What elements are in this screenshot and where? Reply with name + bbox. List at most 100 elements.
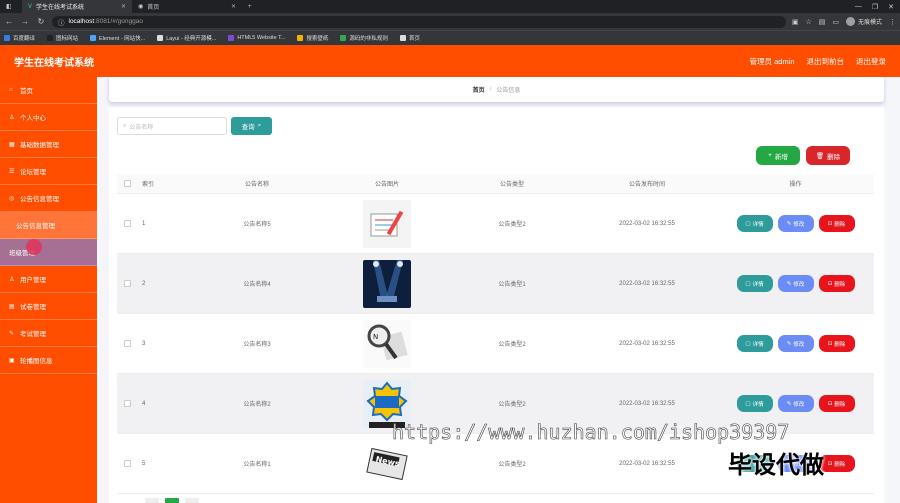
edit-label: 修改 <box>793 221 805 228</box>
breadcrumb-home[interactable]: 首页 <box>473 85 485 94</box>
sidebar-item[interactable]: ▣ 轮播图信息 <box>0 347 97 374</box>
sidebar-item[interactable]: 公告信息管理 <box>0 212 97 239</box>
logout-link[interactable]: 退出登录 <box>856 56 886 67</box>
stage-image[interactable] <box>363 259 411 308</box>
delete-button-label: 删除 <box>827 153 841 161</box>
cast-icon[interactable]: ▭ <box>832 18 839 26</box>
sidebar-item[interactable]: ⌂ 首页 <box>0 77 97 104</box>
cell-index: 3 <box>142 340 146 347</box>
cell-time: 2022-03-02 16:32:55 <box>619 280 675 287</box>
sidebar-item[interactable]: 班级管理 <box>0 239 97 266</box>
row-checkbox[interactable] <box>123 460 131 467</box>
detail-icon: ▢ <box>745 340 751 347</box>
delete-button[interactable]: ⊡ 删除 <box>818 275 855 292</box>
trash-icon: ⊡ <box>827 280 833 287</box>
new-tab-button[interactable]: + <box>242 0 258 13</box>
app-header: 学生在线考试系统 管理员 admin 退出到前台 退出登录 <box>0 45 900 77</box>
detail-button[interactable]: ▢ 详情 <box>736 395 773 412</box>
sidebar-item[interactable]: ▤ 试卷管理 <box>0 293 97 320</box>
browser-tab-active[interactable]: V 学生在线考试系统 ✕ <box>22 0 132 13</box>
sidebar-item[interactable]: ☰ 论坛管理 <box>0 158 97 185</box>
bookmark-item[interactable]: 搜索壁纸 <box>297 34 328 42</box>
edit-button[interactable]: ✎ 修改 <box>777 335 814 352</box>
row-checkbox[interactable] <box>123 400 131 407</box>
browser-tab[interactable]: ◉ 首页 ✕ <box>132 0 242 13</box>
search-input[interactable]: ⌕ 公告名称 <box>117 117 227 135</box>
more-icon[interactable]: ⋮ <box>889 18 896 26</box>
home-icon: ⌂ <box>9 87 13 93</box>
bookmark-item[interactable]: 首页 <box>399 34 420 42</box>
tab-close-icon[interactable]: ✕ <box>121 3 126 10</box>
row-checkbox[interactable] <box>123 220 131 227</box>
tab-favicon-icon: V <box>28 3 33 10</box>
forward-icon[interactable]: → <box>20 17 30 26</box>
extension-icon[interactable]: ▤ <box>819 18 826 26</box>
bookmark-item[interactable]: Layui - 经典开源模... <box>157 34 216 42</box>
sidebar-item[interactable]: ▦ 基础数据管理 <box>0 131 97 158</box>
bookmark-item[interactable]: Element - 网站快... <box>90 34 145 42</box>
translate-icon[interactable]: ▣ <box>792 18 799 26</box>
minimize-icon[interactable]: — <box>855 3 862 11</box>
sidebar-item[interactable]: ✎ 考试管理 <box>0 320 97 347</box>
bookmark-icon <box>399 35 406 41</box>
cell-actions: ▢ 详情 ✎ 修改 ⊡ 删除 <box>717 395 874 412</box>
image-icon: ▣ <box>9 357 15 364</box>
detail-button[interactable]: ▢ 详情 <box>736 275 773 292</box>
bookmark-label: 搜索壁纸 <box>306 36 329 42</box>
url-input[interactable]: ⓘ localhost:8081/#/gonggao <box>52 15 786 28</box>
edit-button[interactable]: ✎ 修改 <box>777 275 814 292</box>
detail-button[interactable]: ▢ 详情 <box>736 215 773 232</box>
select-all-checkbox[interactable] <box>123 180 131 187</box>
sidebar-item-label: 考试管理 <box>20 331 46 338</box>
pencil-icon: ✎ <box>786 220 792 227</box>
sidebar-item[interactable]: ◎ 公告信息管理 <box>0 185 97 212</box>
browser-tab-bar: ◧ V 学生在线考试系统 ✕ ◉ 首页 ✕ + — ❐ ✕ <box>0 0 900 13</box>
search-placeholder: 公告名称 <box>129 124 154 131</box>
page-prev[interactable] <box>145 498 159 503</box>
info-icon: ⓘ <box>58 19 65 27</box>
bookmark-icon <box>47 35 54 41</box>
star-icon[interactable]: ☆ <box>805 18 811 26</box>
trash-icon: ⊡ <box>827 400 833 407</box>
bookmark-label: 源码的非私规则 <box>349 36 388 42</box>
detail-label: 详情 <box>752 221 764 228</box>
delete-button[interactable]: ⊡ 删除 <box>818 215 855 232</box>
edit-button[interactable]: ✎ 修改 <box>777 215 814 232</box>
delete-button[interactable]: ⊡ 删除 <box>818 395 855 412</box>
row-checkbox[interactable] <box>123 340 131 347</box>
detail-icon: ▢ <box>745 220 751 227</box>
browser-menu[interactable]: ◧ <box>0 0 22 13</box>
pencil-icon: ✎ <box>786 280 792 287</box>
reload-icon[interactable]: ↻ <box>36 17 46 26</box>
delete-button[interactable]: ⊡ 删除 <box>818 335 855 352</box>
batch-delete-button[interactable]: 🗑 删除 <box>806 146 850 165</box>
bookmark-item[interactable]: HTML5 Website T... <box>228 35 285 41</box>
grid-icon: ▦ <box>9 141 15 148</box>
news-paper-image[interactable]: News <box>363 439 411 488</box>
bookmark-item[interactable]: 图标网站 <box>47 34 78 42</box>
sidebar-item[interactable]: ♙ 个人中心 <box>0 104 97 131</box>
close-window-icon[interactable]: ✕ <box>888 3 894 11</box>
breadcrumb: 首页 / 公告信息 <box>109 77 884 102</box>
bookmark-item[interactable]: 源码的非私规则 <box>340 34 388 42</box>
magnifier-news-image[interactable]: N <box>363 319 411 368</box>
add-button[interactable]: + 新增 <box>756 146 800 165</box>
profile-button[interactable]: 无痕模式 <box>845 17 882 26</box>
row-checkbox[interactable] <box>123 280 131 287</box>
delete-label: 删除 <box>834 401 846 408</box>
maximize-icon[interactable]: ❐ <box>872 3 878 11</box>
frontend-link[interactable]: 退出到前台 <box>807 56 845 67</box>
page-next[interactable] <box>185 498 199 503</box>
detail-button[interactable]: ▢ 详情 <box>736 335 773 352</box>
edit-button[interactable]: ✎ 修改 <box>777 395 814 412</box>
bookmark-item[interactable]: 百度翻译 <box>4 34 35 42</box>
search-button[interactable]: 查询 ⌕ <box>231 117 272 135</box>
tab-close-icon[interactable]: ✕ <box>231 3 236 10</box>
page-current[interactable] <box>165 498 179 503</box>
cell-image: N <box>327 319 447 368</box>
delete-label: 删除 <box>834 221 846 228</box>
search-icon: ⌕ <box>123 122 127 129</box>
sidebar-item[interactable]: ♙ 用户管理 <box>0 266 97 293</box>
back-icon[interactable]: ← <box>4 17 14 26</box>
stationery-image[interactable] <box>363 199 411 248</box>
